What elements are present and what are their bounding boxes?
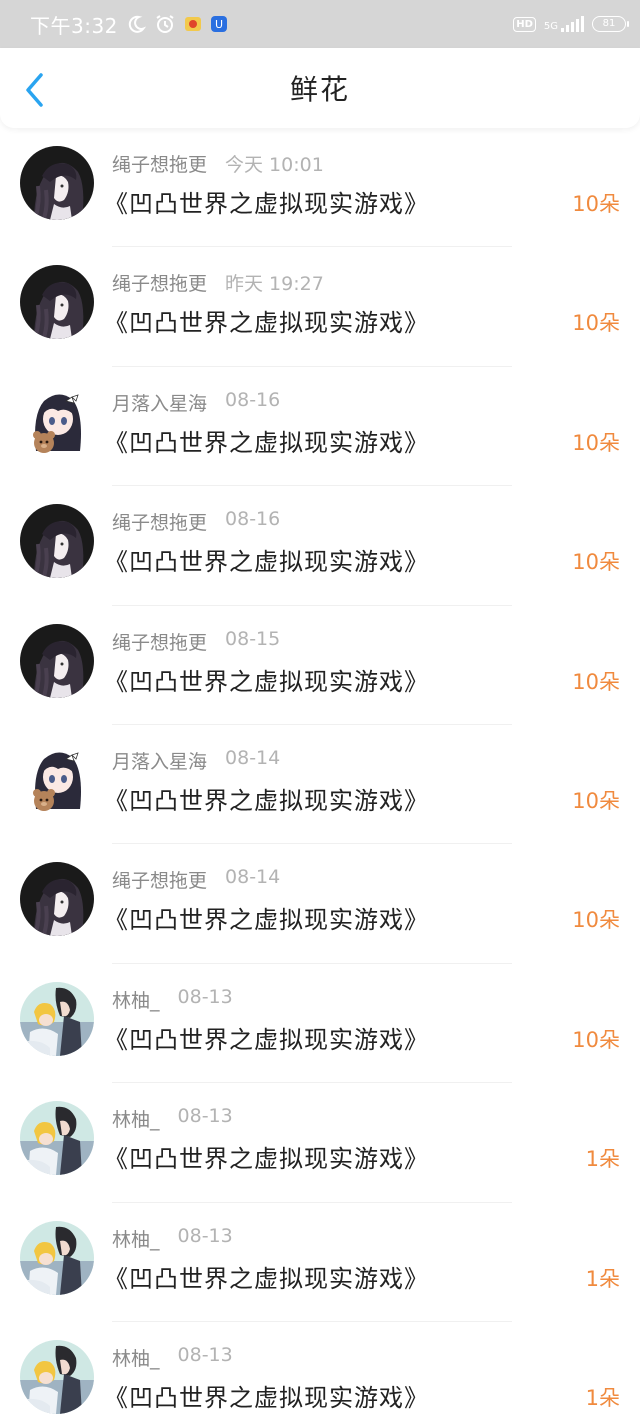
- list-item[interactable]: 林柚_ 08-13 《凹凸世界之虚拟现实游戏》 1朵: [0, 1083, 640, 1203]
- timestamp: 08-16: [225, 508, 281, 531]
- user-name[interactable]: 绳子想拖更: [112, 508, 207, 535]
- flower-list: 绳子想拖更 今天 10:01 《凹凸世界之虚拟现实游戏》 10朵 绳子想拖更 昨天 19…: [0, 128, 640, 1422]
- work-title[interactable]: 《凹凸世界之虚拟现实游戏》: [104, 900, 429, 935]
- list-item[interactable]: 月落入星海 08-16 《凹凸世界之虚拟现实游戏》 10朵: [0, 367, 640, 487]
- list-item[interactable]: 绳子想拖更 08-16 《凹凸世界之虚拟现实游戏》 10朵: [0, 486, 640, 606]
- status-time: 下午3:32: [30, 13, 118, 38]
- flower-amount: 10朵: [572, 1027, 620, 1052]
- work-title[interactable]: 《凹凸世界之虚拟现实游戏》: [104, 423, 429, 458]
- flower-amount: 1朵: [585, 1266, 620, 1291]
- item-meta: 林柚_ 08-13: [112, 1105, 233, 1132]
- battery-level: 81: [602, 18, 616, 29]
- flower-amount: 10朵: [572, 550, 620, 575]
- avatar[interactable]: [20, 146, 94, 220]
- flower-amount: 10朵: [572, 788, 620, 813]
- avatar[interactable]: [20, 504, 94, 579]
- chevron-left-icon: [26, 73, 43, 107]
- timestamp: 08-13: [177, 1105, 233, 1128]
- item-meta: 月落入星海 08-14: [112, 747, 280, 774]
- network-label: 5G: [543, 21, 558, 32]
- item-meta: 月落入星海 08-16: [112, 389, 280, 416]
- item-meta: 林柚_ 08-13: [112, 986, 233, 1013]
- signal-icon: [561, 16, 584, 32]
- timestamp: 08-15: [225, 627, 281, 650]
- avatar[interactable]: [20, 623, 94, 698]
- timestamp: 08-14: [225, 866, 281, 889]
- flower-amount: 1朵: [585, 1147, 620, 1172]
- header: 鲜花: [0, 48, 640, 128]
- network-indicator: 5G: [544, 16, 584, 32]
- item-meta: 绳子想拖更 08-15: [112, 628, 280, 655]
- timestamp: 08-13: [177, 1224, 233, 1247]
- item-meta: 绳子想拖更 08-14: [112, 866, 280, 893]
- avatar[interactable]: [20, 742, 94, 817]
- list-item[interactable]: 绳子想拖更 昨天 19:27 《凹凸世界之虚拟现实游戏》 10朵: [0, 247, 640, 367]
- avatar[interactable]: [20, 862, 94, 937]
- moon-icon: [126, 14, 146, 34]
- hd-badge: HD: [513, 16, 536, 32]
- flower-amount: 10朵: [572, 192, 620, 216]
- item-meta: 绳子想拖更 昨天 19:27: [112, 269, 324, 296]
- work-title[interactable]: 《凹凸世界之虚拟现实游戏》: [104, 184, 429, 219]
- status-left: 下午3:32 U: [30, 10, 228, 39]
- svg-text:U: U: [215, 18, 223, 31]
- back-button[interactable]: [16, 72, 52, 108]
- user-name[interactable]: 林柚_: [112, 1344, 160, 1371]
- item-meta: 林柚_ 08-13: [112, 1344, 233, 1371]
- user-name[interactable]: 林柚_: [112, 986, 160, 1013]
- app-notification-icon: [184, 15, 202, 33]
- timestamp: 08-13: [177, 1343, 233, 1366]
- list-item[interactable]: 月落入星海 08-14 《凹凸世界之虚拟现实游戏》 10朵: [0, 725, 640, 845]
- user-name[interactable]: 林柚_: [112, 1225, 160, 1252]
- battery-icon: 81: [592, 16, 629, 32]
- work-title[interactable]: 《凹凸世界之虚拟现实游戏》: [104, 303, 429, 338]
- item-meta: 林柚_ 08-13: [112, 1225, 233, 1252]
- work-title[interactable]: 《凹凸世界之虚拟现实游戏》: [104, 1020, 429, 1055]
- item-meta: 绳子想拖更 今天 10:01: [112, 150, 324, 177]
- page-title: 鲜花: [289, 73, 350, 106]
- list-item[interactable]: 林柚_ 08-13 《凹凸世界之虚拟现实游戏》 1朵: [0, 1322, 640, 1422]
- list-item[interactable]: 绳子想拖更 08-14 《凹凸世界之虚拟现实游戏》 10朵: [0, 844, 640, 964]
- user-name[interactable]: 月落入星海: [112, 389, 207, 416]
- item-meta: 绳子想拖更 08-16: [112, 508, 280, 535]
- timestamp: 08-16: [225, 388, 281, 411]
- timestamp: 昨天 19:27: [225, 273, 324, 296]
- flower-amount: 10朵: [572, 311, 620, 336]
- user-name[interactable]: 绳子想拖更: [112, 269, 207, 296]
- status-right: HD 5G 81: [513, 16, 629, 32]
- user-name[interactable]: 绳子想拖更: [112, 150, 207, 177]
- avatar[interactable]: [20, 1220, 94, 1295]
- flower-amount: 1朵: [585, 1385, 620, 1410]
- user-name[interactable]: 月落入星海: [112, 747, 207, 774]
- list-item[interactable]: 林柚_ 08-13 《凹凸世界之虚拟现实游戏》 1朵: [0, 1203, 640, 1322]
- alarm-icon: [154, 13, 176, 35]
- user-name[interactable]: 绳子想拖更: [112, 628, 207, 655]
- list-item[interactable]: 林柚_ 08-13 《凹凸世界之虚拟现实游戏》 10朵: [0, 964, 640, 1084]
- work-title[interactable]: 《凹凸世界之虚拟现实游戏》: [104, 1259, 429, 1294]
- work-title[interactable]: 《凹凸世界之虚拟现实游戏》: [104, 1378, 429, 1413]
- timestamp: 08-13: [177, 985, 233, 1008]
- avatar[interactable]: [20, 1101, 94, 1176]
- work-title[interactable]: 《凹凸世界之虚拟现实游戏》: [104, 662, 429, 697]
- work-title[interactable]: 《凹凸世界之虚拟现实游戏》: [104, 1139, 429, 1174]
- list-item[interactable]: 绳子想拖更 今天 10:01 《凹凸世界之虚拟现实游戏》 10朵: [0, 128, 640, 248]
- work-title[interactable]: 《凹凸世界之虚拟现实游戏》: [104, 781, 429, 816]
- flower-amount: 10朵: [572, 669, 620, 694]
- user-name[interactable]: 绳子想拖更: [112, 866, 207, 893]
- flower-amount: 10朵: [572, 908, 620, 933]
- timestamp: 08-14: [225, 746, 281, 769]
- avatar[interactable]: [20, 265, 94, 340]
- timestamp: 今天 10:01: [225, 154, 324, 176]
- user-name[interactable]: 林柚_: [112, 1105, 160, 1132]
- status-bar: 下午3:32 U HD 5G 81: [0, 0, 640, 48]
- avatar[interactable]: [20, 1339, 94, 1414]
- avatar[interactable]: [20, 981, 94, 1056]
- avatar[interactable]: [20, 384, 94, 459]
- app-badge-icon: U: [210, 15, 228, 33]
- work-title[interactable]: 《凹凸世界之虚拟现实游戏》: [104, 542, 429, 577]
- list-item[interactable]: 绳子想拖更 08-15 《凹凸世界之虚拟现实游戏》 10朵: [0, 606, 640, 725]
- flower-amount: 10朵: [572, 430, 620, 455]
